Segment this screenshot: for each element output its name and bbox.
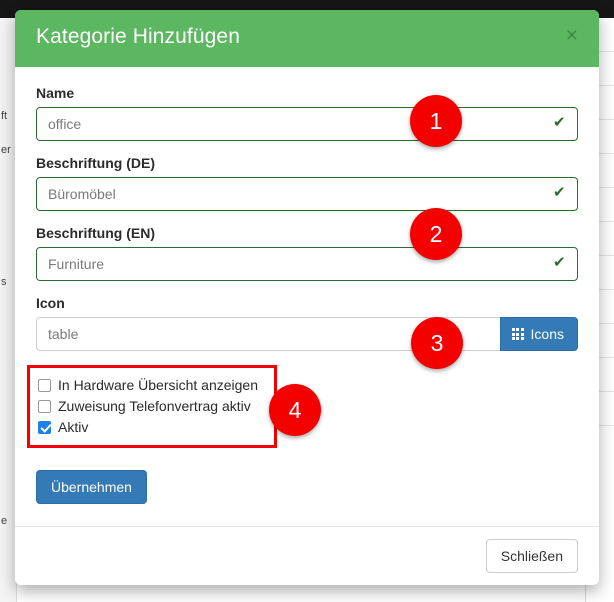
icon-input-group: Icons: [36, 317, 578, 351]
input-wrap-label-de: ✔: [36, 177, 578, 211]
icons-button[interactable]: Icons: [499, 317, 578, 351]
close-icon[interactable]: ×: [561, 23, 583, 48]
background-left-label: ft: [1, 110, 8, 122]
checkbox-hardware-overview[interactable]: [38, 378, 51, 392]
label-icon: Icon: [36, 295, 65, 311]
submit-button[interactable]: Übernehmen: [36, 470, 147, 504]
modal-title: Kategorie Hinzufügen: [36, 25, 240, 48]
checkbox-label-hardware-overview: In Hardware Übersicht anzeigen: [58, 377, 258, 393]
field-group-name: Name ✔: [36, 85, 578, 141]
annotation-badge-3: 3: [411, 317, 463, 369]
modal-footer: Schließen: [15, 526, 599, 585]
close-button[interactable]: Schließen: [485, 539, 578, 573]
field-group-label-en: Beschriftung (EN) ✔: [36, 225, 578, 281]
grid-icon: [511, 328, 524, 340]
background-left-label: e: [1, 515, 8, 527]
background-left-label: s: [1, 276, 7, 288]
label-beschriftung-de: Beschriftung (DE): [36, 155, 155, 171]
checkbox-row-phone-contract[interactable]: Zuweisung Telefonvertrag aktiv: [38, 396, 266, 416]
annotation-badge-1: 1: [410, 95, 462, 147]
icons-button-label: Icons: [530, 326, 564, 342]
add-category-modal: Kategorie Hinzufügen × Name ✔ Beschriftu…: [15, 10, 599, 585]
beschriftung-de-input[interactable]: [36, 177, 578, 211]
modal-body: Name ✔ Beschriftung (DE) ✔ Beschriftung …: [15, 67, 599, 504]
checkbox-group-highlight: In Hardware Übersicht anzeigen Zuweisung…: [27, 365, 277, 448]
checkbox-aktiv[interactable]: [38, 420, 51, 434]
checkbox-label-phone-contract: Zuweisung Telefonvertrag aktiv: [58, 398, 251, 414]
checkbox-row-hardware-overview[interactable]: In Hardware Übersicht anzeigen: [38, 375, 266, 395]
label-beschriftung-en: Beschriftung (EN): [36, 225, 155, 241]
label-name: Name: [36, 85, 75, 101]
input-wrap-label-en: ✔: [36, 247, 578, 281]
beschriftung-en-input[interactable]: [36, 247, 578, 281]
modal-header: Kategorie Hinzufügen ×: [15, 10, 599, 67]
field-group-label-de: Beschriftung (DE) ✔: [36, 155, 578, 211]
checkbox-label-aktiv: Aktiv: [58, 419, 89, 435]
annotation-badge-2: 2: [410, 208, 462, 260]
checkbox-row-aktiv[interactable]: Aktiv: [38, 417, 266, 437]
input-wrap-name: ✔: [36, 107, 578, 141]
field-group-icon: Icon Icons: [36, 295, 578, 351]
annotation-badge-4: 4: [269, 384, 321, 436]
background-left-label: er: [1, 144, 11, 156]
checkbox-phone-contract[interactable]: [38, 399, 51, 413]
name-input[interactable]: [36, 107, 578, 141]
